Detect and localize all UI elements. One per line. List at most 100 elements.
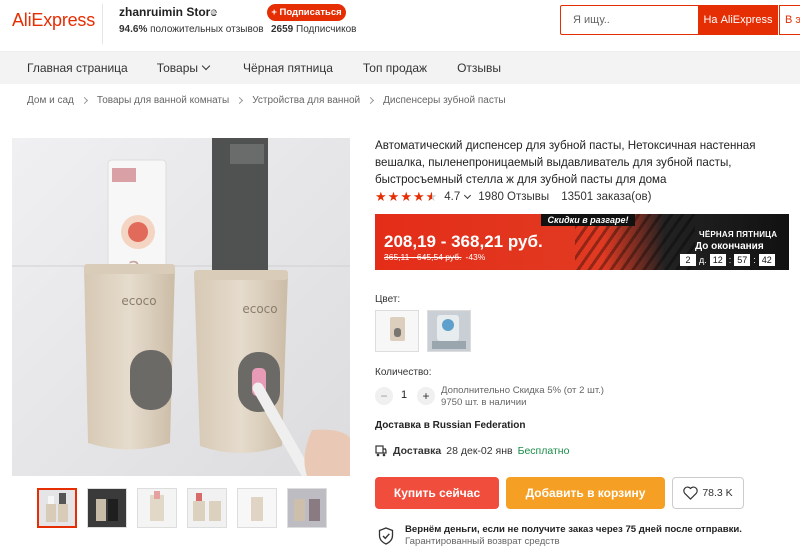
subscribers-count: 2659 Подписчиков bbox=[271, 24, 356, 35]
thumbnail-image bbox=[39, 490, 75, 526]
subscribers-text: Подписчиков bbox=[296, 24, 357, 35]
thumbnail-4[interactable] bbox=[187, 488, 227, 528]
chevron-down-icon[interactable] bbox=[464, 191, 472, 199]
quantity-label: Количество: bbox=[375, 367, 432, 378]
heart-icon bbox=[683, 486, 699, 500]
search-store-button[interactable]: В этом магазине bbox=[779, 5, 800, 35]
guarantee-title: Вернём деньги, если не получите заказ че… bbox=[405, 524, 742, 535]
breadcrumb-item[interactable]: Устройства для ванной bbox=[252, 95, 360, 106]
add-to-cart-button[interactable]: Добавить в корзину bbox=[506, 477, 665, 509]
header-divider bbox=[102, 4, 103, 44]
store-rating-percent: 94.6% bbox=[119, 24, 148, 35]
timer-separator: : bbox=[728, 255, 732, 265]
quantity-decrease-button[interactable]: − bbox=[375, 387, 393, 405]
store-status-dot-icon bbox=[211, 10, 216, 15]
orders-count: 13501 заказа(ов) bbox=[561, 191, 652, 203]
chevron-down-icon bbox=[201, 61, 211, 71]
breadcrumb: Дом и сад Товары для ванной комнаты Устр… bbox=[27, 95, 506, 106]
thumbnail-image bbox=[138, 489, 176, 527]
wishlist-count: 78.3 K bbox=[702, 487, 733, 499]
star-icon: ★ bbox=[400, 189, 412, 204]
star-icon: ★ bbox=[387, 189, 400, 204]
color-label: Цвет: bbox=[375, 294, 401, 305]
store-name[interactable]: zhanruimin Store bbox=[119, 5, 217, 19]
price-banner: Скидки в разгаре! 208,19 - 368,21 руб. 3… bbox=[375, 214, 789, 270]
quantity-increase-button[interactable]: + bbox=[417, 387, 435, 405]
store-header: AliExpress zhanruimin Store 94.6% положи… bbox=[0, 0, 800, 52]
nav-reviews[interactable]: Отзывы bbox=[457, 61, 501, 75]
search-box bbox=[560, 5, 698, 35]
delivery-row: Доставка 28 дек-02 янв Бесплатно bbox=[375, 445, 569, 457]
reviews-count[interactable]: 1980 Отзывы bbox=[478, 191, 549, 203]
color-option-grey[interactable] bbox=[427, 310, 471, 352]
nav-black-friday-label: Чёрная пятница bbox=[243, 61, 333, 75]
thumbnail-image bbox=[188, 489, 226, 527]
chevron-right-icon bbox=[236, 96, 244, 105]
buy-now-button[interactable]: Купить сейчас bbox=[375, 477, 499, 509]
thumbnail-5[interactable] bbox=[237, 488, 277, 528]
old-price: 365,11 - 645,54 руб. bbox=[384, 252, 462, 262]
ship-to-destination[interactable]: Доставка в Russian Federation bbox=[375, 420, 525, 431]
wishlist-button[interactable]: 78.3 K bbox=[672, 477, 744, 509]
search-aliexpress-button[interactable]: На AliExpress bbox=[698, 5, 778, 35]
thumbnail-2[interactable] bbox=[87, 488, 127, 528]
timer-days-label: д. bbox=[699, 255, 707, 265]
shield-check-icon bbox=[378, 527, 394, 545]
nav-products[interactable]: Товары bbox=[156, 61, 211, 75]
thumbnail-6[interactable] bbox=[287, 488, 327, 528]
delivery-dates: 28 дек-02 янв bbox=[446, 445, 513, 457]
star-half-icon: ★ bbox=[425, 189, 438, 204]
thumbnail-3[interactable] bbox=[137, 488, 177, 528]
truck-icon bbox=[375, 445, 387, 457]
nav-top-sales-label: Топ продаж bbox=[362, 61, 428, 75]
rating-value[interactable]: 4.7 bbox=[444, 191, 460, 203]
current-price: 208,19 - 368,21 руб. bbox=[384, 232, 543, 251]
sale-tag: Скидки в разгаре! bbox=[541, 214, 635, 226]
nav-black-friday[interactable]: Чёрная пятница bbox=[243, 61, 333, 75]
black-friday-label: ЧЁРНАЯ ПЯТНИЦА bbox=[699, 230, 778, 239]
aliexpress-logo[interactable]: AliExpress bbox=[12, 10, 95, 31]
countdown-timer: 2 д. 12 : 57 : 42 bbox=[680, 254, 775, 266]
nav-products-label: Товары bbox=[156, 61, 199, 75]
countdown-label: До окончания bbox=[695, 241, 764, 252]
timer-separator: : bbox=[753, 255, 756, 265]
nav-home[interactable]: Главная страница bbox=[27, 61, 128, 75]
star-icon: ★ bbox=[375, 189, 387, 204]
rating-row: ★ ★ ★ ★ ★ 4.7 1980 Отзывы 13501 заказа(о… bbox=[375, 189, 651, 205]
product-main-image[interactable]: 2 ecoco ecoco bbox=[12, 138, 350, 476]
breadcrumb-item[interactable]: Товары для ванной комнаты bbox=[97, 95, 229, 106]
delivery-label: Доставка bbox=[393, 445, 442, 457]
timer-days: 2 bbox=[680, 254, 696, 266]
thumbnail-image bbox=[288, 489, 326, 527]
subscribers-number: 2659 bbox=[271, 24, 294, 35]
dispenser-brand-text: ecoco bbox=[121, 294, 156, 308]
quantity-note: Дополнительно Скидка 5% (от 2 шт.) 9750 … bbox=[441, 385, 604, 409]
color-option-beige[interactable] bbox=[375, 310, 419, 352]
store-rating: 94.6% положительных отзывов bbox=[119, 24, 264, 35]
guarantee-subtitle[interactable]: Гарантированный возврат средств bbox=[405, 536, 560, 547]
extra-discount-note: Дополнительно Скидка 5% (от 2 шт.) bbox=[441, 385, 605, 396]
timer-hours: 12 bbox=[709, 254, 726, 266]
quantity-value[interactable]: 1 bbox=[396, 389, 412, 401]
nav-top-sales[interactable]: Топ продаж bbox=[363, 61, 427, 75]
thumbnail-1[interactable] bbox=[37, 488, 77, 528]
store-nav: Главная страница Товары Чёрная пятница Т… bbox=[0, 52, 800, 84]
search-input[interactable] bbox=[561, 6, 698, 34]
nav-reviews-label: Отзывы bbox=[457, 61, 502, 75]
subscribe-button[interactable]: + Подписаться bbox=[267, 4, 346, 21]
stock-note: 9750 шт. в наличии bbox=[441, 397, 527, 408]
breadcrumb-item[interactable]: Диспенсеры зубной пасты bbox=[383, 95, 505, 106]
breadcrumb-item[interactable]: Дом и сад bbox=[27, 95, 74, 106]
chevron-right-icon bbox=[80, 96, 88, 105]
chevron-right-icon bbox=[367, 96, 375, 105]
swatch-image bbox=[428, 311, 470, 351]
swatch-image bbox=[376, 311, 418, 351]
store-rating-text: положительных отзывов bbox=[150, 24, 264, 35]
timer-seconds: 42 bbox=[758, 254, 775, 266]
old-price-row: 365,11 - 645,54 руб. -43% bbox=[384, 252, 485, 262]
dispenser-brand-text: ecoco bbox=[242, 302, 277, 316]
delivery-cost: Бесплатно bbox=[517, 445, 570, 457]
thumbnail-image bbox=[238, 489, 276, 527]
discount-badge: -43% bbox=[465, 252, 486, 262]
toothpaste-dispenser-image: 2 ecoco ecoco bbox=[12, 138, 350, 476]
